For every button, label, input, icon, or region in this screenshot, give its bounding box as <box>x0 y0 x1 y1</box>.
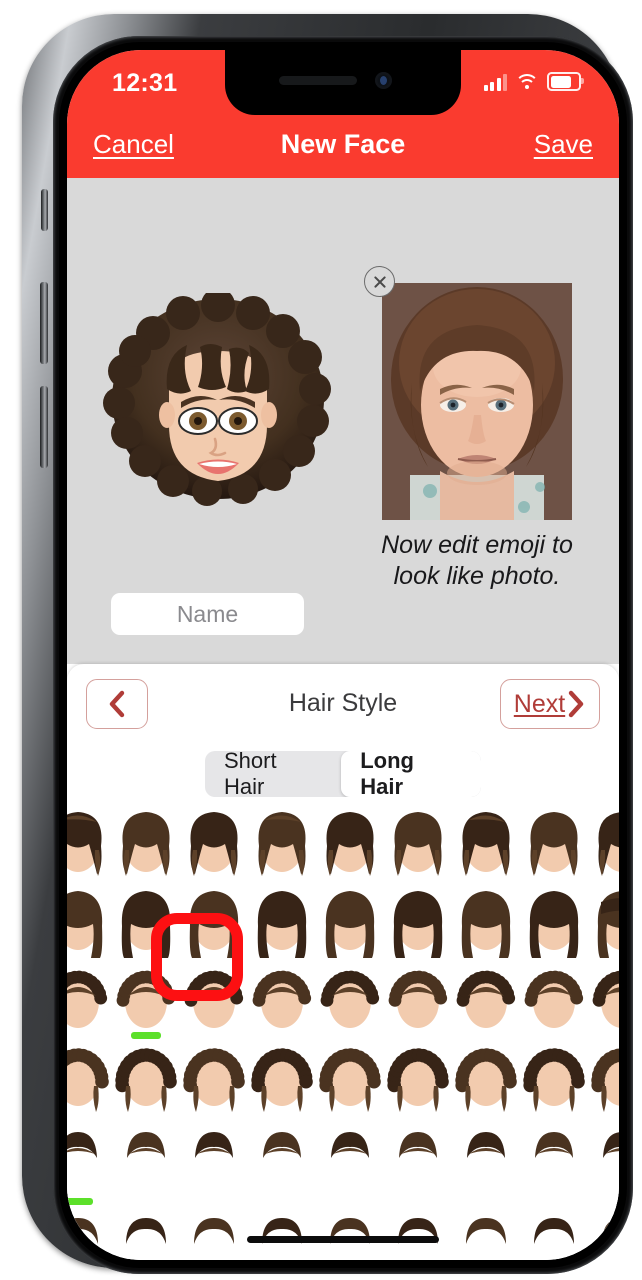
next-button[interactable]: Next <box>500 679 600 729</box>
hairstyle-option[interactable] <box>67 1196 115 1260</box>
hairstyle-grid[interactable] <box>67 806 619 1260</box>
hairstyle-option[interactable] <box>245 1040 319 1118</box>
hairstyle-option[interactable] <box>585 1118 619 1196</box>
segment-short-hair[interactable]: Short Hair <box>205 751 341 797</box>
hairstyle-option[interactable] <box>585 962 619 1040</box>
back-button[interactable] <box>86 679 148 729</box>
hairstyle-option[interactable] <box>585 1196 619 1260</box>
hairstyle-option[interactable] <box>381 806 455 884</box>
hairstyle-row <box>67 962 619 1040</box>
hairstyle-option[interactable] <box>177 806 251 884</box>
signal-bars-icon <box>483 74 507 91</box>
remove-photo-button[interactable] <box>364 266 395 297</box>
hairstyle-option[interactable] <box>313 962 387 1040</box>
emoji-avatar-preview[interactable] <box>103 293 333 508</box>
segment-long-hair[interactable]: Long Hair <box>341 751 481 797</box>
hairstyle-option[interactable] <box>177 884 251 962</box>
volume-up-button[interactable] <box>40 282 48 364</box>
hairstyle-option[interactable] <box>449 962 523 1040</box>
hairstyle-option[interactable] <box>517 1196 591 1260</box>
chevron-left-icon <box>109 690 125 718</box>
preview-area: Now edit emoji to look like photo. Name <box>67 178 619 664</box>
hairstyle-option[interactable] <box>109 1118 183 1196</box>
selected-indicator <box>67 1198 93 1205</box>
chevron-right-icon <box>569 690 584 718</box>
hairstyle-option[interactable] <box>313 1196 387 1260</box>
hairstyle-option[interactable] <box>245 884 319 962</box>
hairstyle-option[interactable] <box>109 806 183 884</box>
hairstyle-option[interactable] <box>177 1118 251 1196</box>
hairstyle-option[interactable] <box>313 1040 387 1118</box>
next-button-label: Next <box>513 689 566 718</box>
volume-down-button[interactable] <box>40 386 48 468</box>
hairstyle-option[interactable] <box>245 1196 319 1260</box>
hairstyle-row <box>67 1118 619 1196</box>
editor-title: Hair Style <box>288 689 398 717</box>
hairstyle-option[interactable] <box>517 962 591 1040</box>
mute-switch-button[interactable] <box>41 189 48 231</box>
hairstyle-option[interactable] <box>67 1040 115 1118</box>
hairstyle-option[interactable] <box>585 884 619 962</box>
cancel-button[interactable]: Cancel <box>93 129 174 160</box>
device-notch <box>225 50 461 115</box>
status-bar-indicators <box>483 72 584 91</box>
hairstyle-option[interactable] <box>67 884 115 962</box>
hairstyle-option[interactable] <box>517 1040 591 1118</box>
phone-device-frame: 12:31 Cancel New Face Save Now edit emoj… <box>22 14 633 1274</box>
name-input-placeholder: Name <box>176 600 239 627</box>
hairstyle-option[interactable] <box>449 1196 523 1260</box>
hairstyle-option[interactable] <box>449 1040 523 1118</box>
page-title: New Face <box>280 129 406 159</box>
hairstyle-option[interactable] <box>517 1118 591 1196</box>
status-bar-time: 12:31 <box>112 69 178 97</box>
editor-panel: Hair Style Next Short Hair Long Hair <box>67 664 619 1260</box>
hairstyle-option[interactable] <box>381 962 455 1040</box>
navigation-bar: Cancel New Face Save <box>67 115 619 178</box>
hairstyle-option[interactable] <box>313 806 387 884</box>
hairstyle-option[interactable] <box>245 806 319 884</box>
front-camera-icon <box>375 72 392 89</box>
hairstyle-option[interactable] <box>381 1196 455 1260</box>
hairstyle-option[interactable] <box>245 1118 319 1196</box>
wifi-icon <box>515 74 539 91</box>
battery-icon <box>547 72 584 91</box>
hairstyle-row <box>67 884 619 962</box>
hairstyle-row <box>67 1196 619 1260</box>
hairstyle-option[interactable] <box>313 1118 387 1196</box>
hairstyle-option[interactable] <box>177 1196 251 1260</box>
hairstyle-option[interactable] <box>585 1040 619 1118</box>
hairstyle-row <box>67 806 619 884</box>
hairstyle-option[interactable] <box>313 884 387 962</box>
hairstyle-option[interactable] <box>449 806 523 884</box>
hairstyle-option[interactable] <box>245 962 319 1040</box>
hair-length-segmented-control[interactable]: Short Hair Long Hair <box>205 751 481 797</box>
phone-screen: 12:31 Cancel New Face Save Now edit emoj… <box>67 50 619 1260</box>
hairstyle-option[interactable] <box>109 884 183 962</box>
hairstyle-option[interactable] <box>449 884 523 962</box>
home-indicator[interactable] <box>247 1236 439 1243</box>
reference-photo[interactable] <box>382 283 572 520</box>
hairstyle-option[interactable] <box>585 806 619 884</box>
hairstyle-option[interactable] <box>109 962 183 1040</box>
save-button[interactable]: Save <box>534 129 593 160</box>
hairstyle-option[interactable] <box>517 884 591 962</box>
hairstyle-option[interactable] <box>67 962 115 1040</box>
hairstyle-option[interactable] <box>177 962 251 1040</box>
hairstyle-option[interactable] <box>109 1040 183 1118</box>
hairstyle-option[interactable] <box>381 884 455 962</box>
hairstyle-option[interactable] <box>449 1118 523 1196</box>
hairstyle-row <box>67 1040 619 1118</box>
hairstyle-option[interactable] <box>177 1040 251 1118</box>
selected-indicator <box>131 1032 161 1039</box>
hairstyle-option[interactable] <box>381 1118 455 1196</box>
hairstyle-option[interactable] <box>517 806 591 884</box>
earpiece-speaker <box>279 76 357 85</box>
editor-header: Hair Style Next <box>67 664 619 738</box>
hairstyle-option[interactable] <box>381 1040 455 1118</box>
hairstyle-option[interactable] <box>109 1196 183 1260</box>
hairstyle-option[interactable] <box>67 806 115 884</box>
instruction-caption: Now edit emoji to look like photo. <box>381 531 573 590</box>
hairstyle-option[interactable] <box>67 1118 115 1196</box>
name-input[interactable]: Name <box>111 593 304 635</box>
